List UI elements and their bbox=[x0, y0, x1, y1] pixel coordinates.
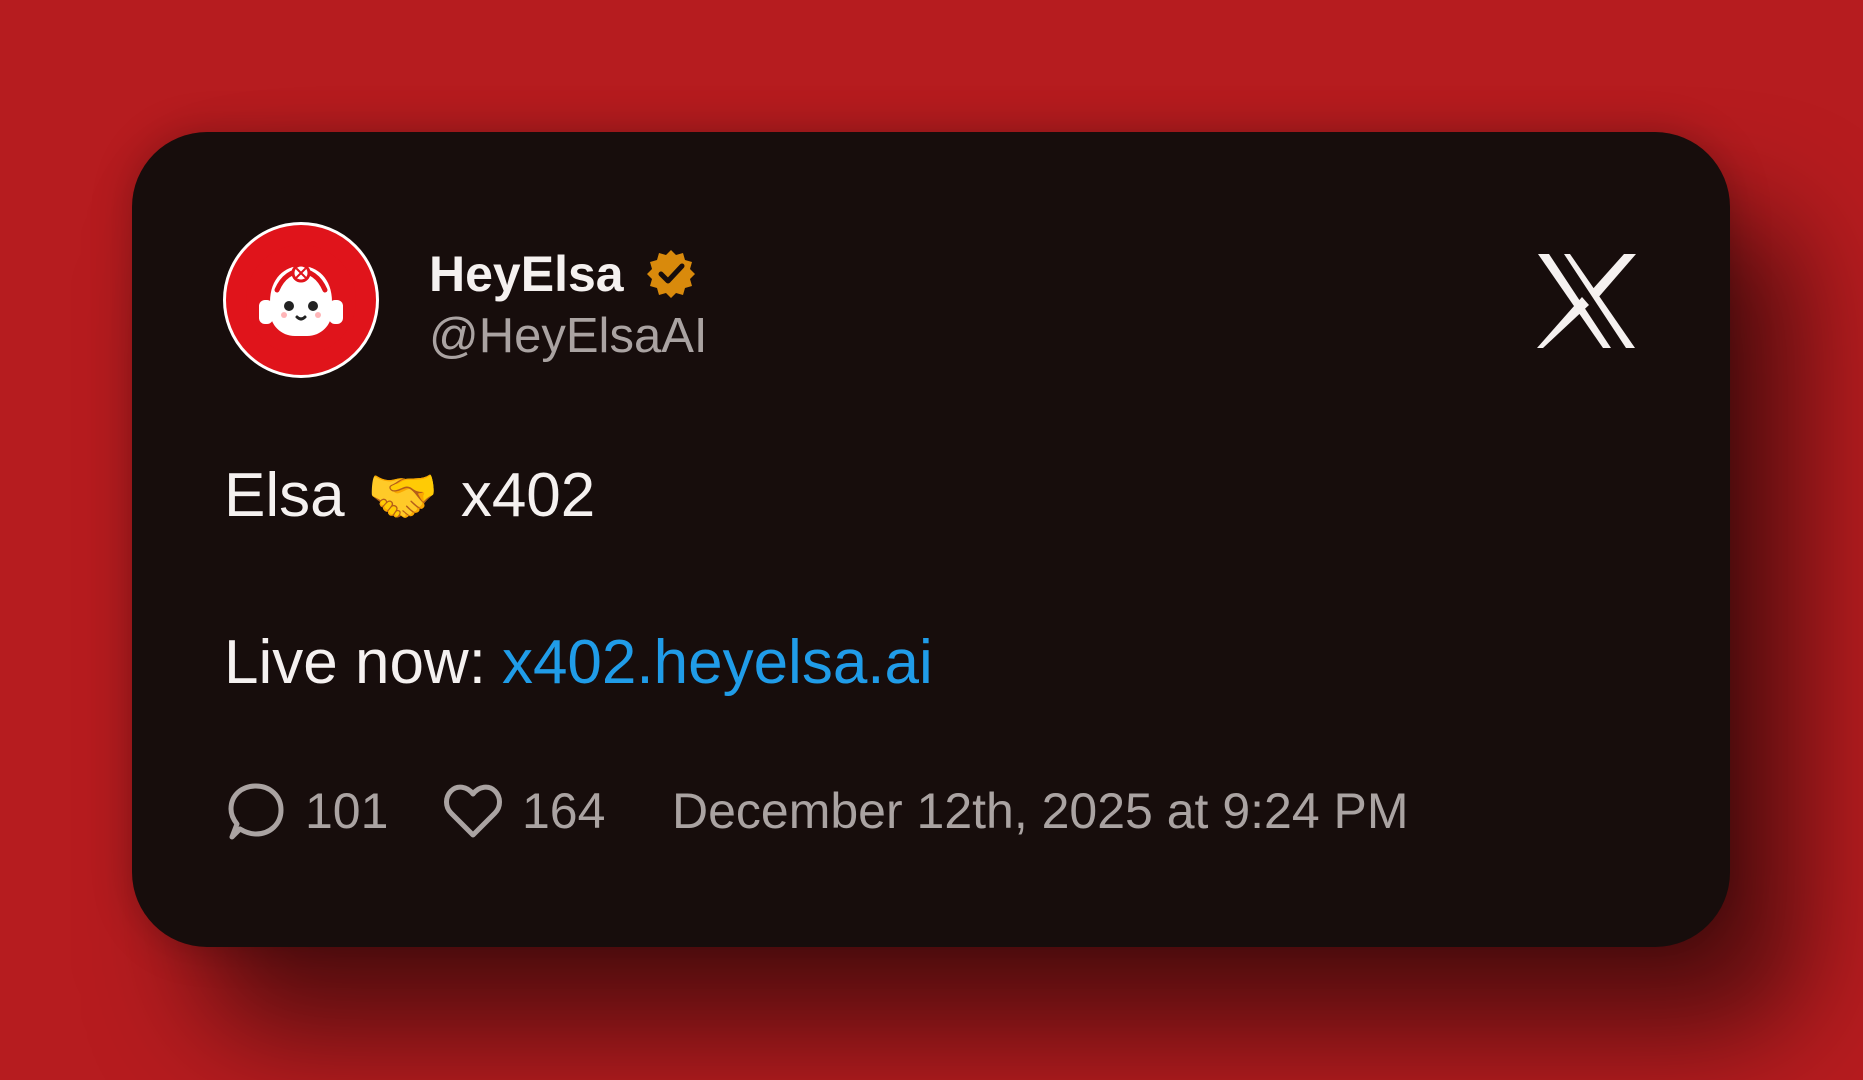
like-count: 164 bbox=[522, 783, 606, 839]
x-logo-icon[interactable] bbox=[1535, 252, 1638, 350]
reply-stat[interactable]: 101 bbox=[224, 779, 388, 843]
robot-avatar-icon[interactable] bbox=[223, 222, 379, 378]
gold-verified-badge-icon bbox=[646, 250, 695, 298]
author-handle[interactable]: @HeyElsaAI bbox=[429, 312, 708, 361]
tweet-line-announcement: Elsa 🤝 x402 bbox=[224, 460, 595, 532]
reply-count: 101 bbox=[305, 783, 389, 839]
tweet-card[interactable]: HeyElsa @HeyElsaAI Elsa 🤝 x402 Live now:… bbox=[132, 132, 1730, 947]
tweet-text: Elsa 🤝 x402 Live now: x402.heyelsa.ai bbox=[224, 460, 933, 694]
handshake-emoji: 🤝 bbox=[366, 462, 439, 530]
author-name-row: HeyElsa bbox=[429, 240, 708, 308]
tweet-text-x402: x402 bbox=[460, 461, 596, 530]
tweet-link[interactable]: x402.heyelsa.ai bbox=[502, 632, 933, 694]
author-identity: HeyElsa @HeyElsaAI bbox=[429, 240, 708, 361]
like-stat[interactable]: 164 bbox=[441, 779, 605, 843]
author-display-name[interactable]: HeyElsa bbox=[429, 249, 624, 299]
heart-icon bbox=[444, 784, 502, 838]
live-now-label: Live now: bbox=[224, 628, 486, 697]
post-timestamp[interactable]: December 12th, 2025 at 9:24 PM bbox=[672, 771, 1427, 851]
tweet-line-link: Live now: x402.heyelsa.ai bbox=[224, 627, 933, 699]
comment-icon bbox=[228, 783, 284, 840]
tweet-text-elsa: Elsa bbox=[224, 461, 345, 530]
